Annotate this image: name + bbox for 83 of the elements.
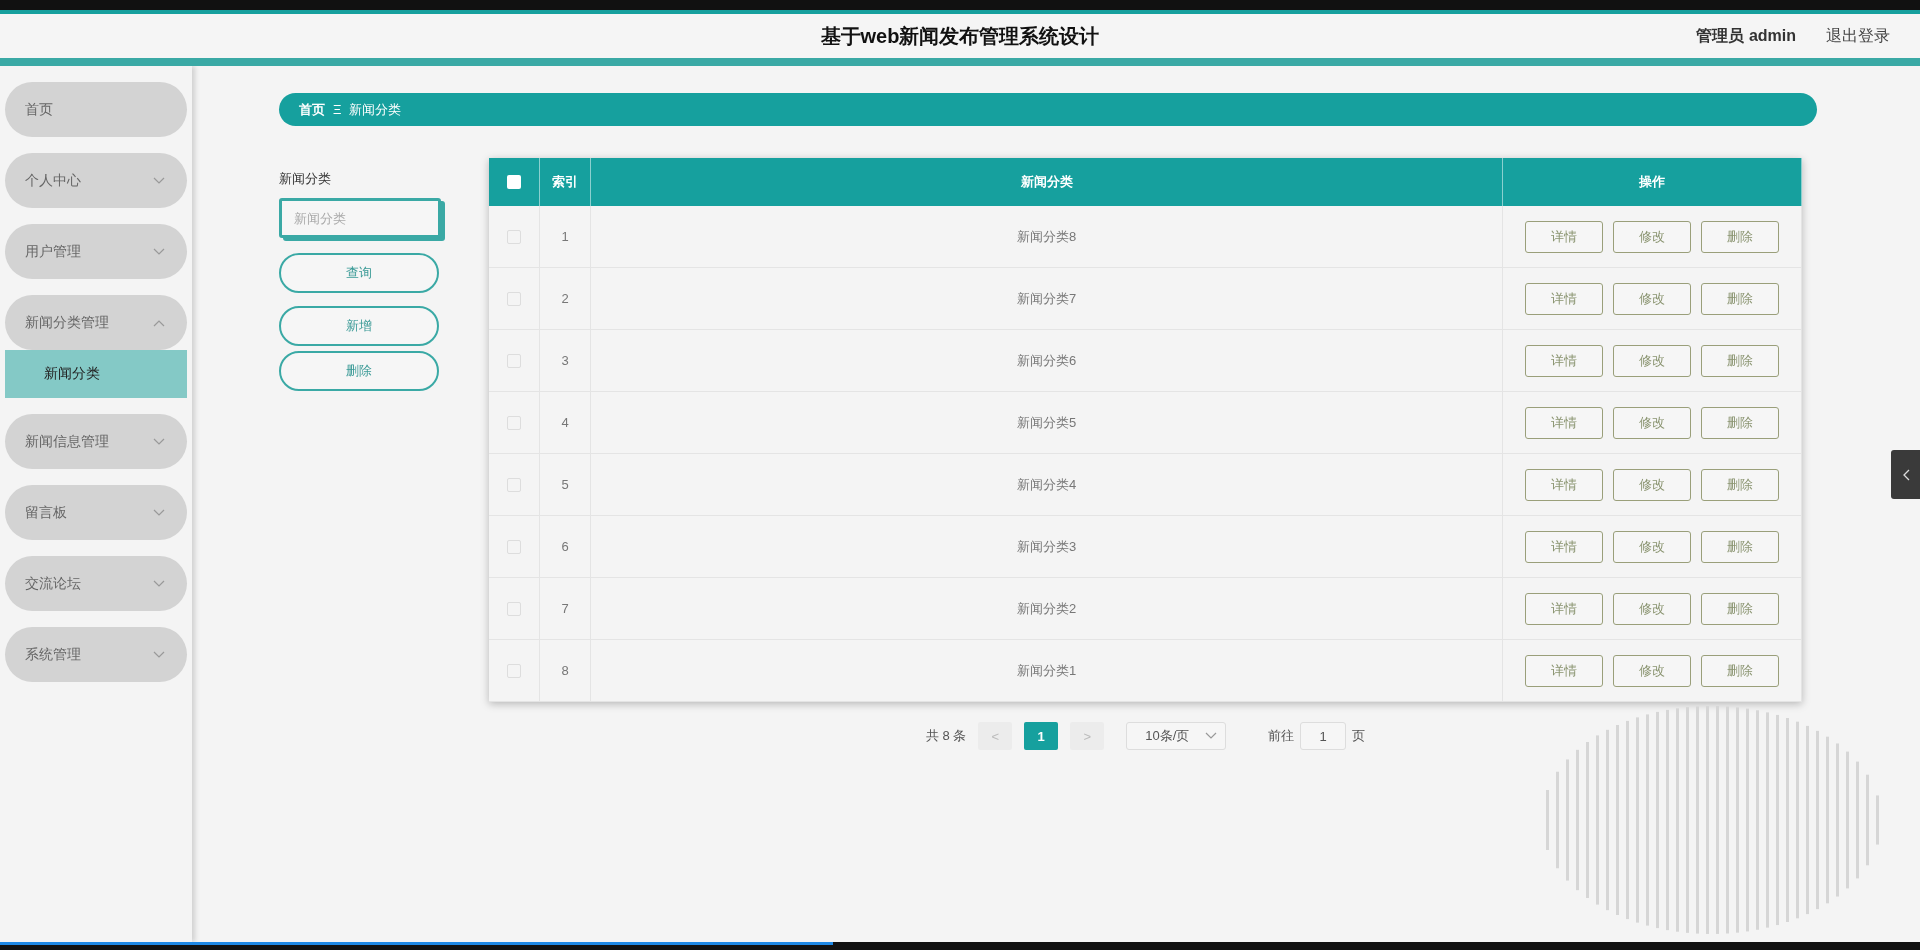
table-cell: 新闻分类1	[1016, 661, 1077, 680]
edit-button[interactable]: 修改	[1613, 654, 1691, 687]
next-page-button[interactable]: >	[1070, 722, 1105, 750]
breadcrumb-separator: Ξ	[333, 102, 342, 117]
goto-label: 前往	[1268, 727, 1295, 745]
sidebar-item[interactable]: 新闻分类管理	[5, 295, 187, 350]
field-label: 新闻分类	[279, 170, 332, 188]
collapse-handle[interactable]	[1891, 450, 1920, 499]
total-count: 共 8 条	[925, 727, 967, 745]
table-cell: 新闻分类4	[1016, 475, 1077, 494]
sidebar-subitem[interactable]: 新闻分类	[5, 350, 187, 398]
details-button[interactable]: 详情	[1525, 468, 1603, 501]
user-label: 管理员 admin	[1696, 25, 1796, 46]
edit-button[interactable]: 修改	[1613, 344, 1691, 377]
goto-suffix: 页	[1352, 727, 1366, 745]
edit-button[interactable]: 修改	[1613, 220, 1691, 253]
details-button[interactable]: 详情	[1525, 592, 1603, 625]
sidebar-item[interactable]: 个人中心	[5, 153, 187, 208]
table-cell: 3	[561, 353, 569, 368]
page-button[interactable]: 1	[1024, 722, 1059, 750]
edit-button[interactable]: 修改	[1613, 406, 1691, 439]
table-cell: 1	[561, 229, 569, 244]
details-button[interactable]: 详情	[1525, 220, 1603, 253]
details-button[interactable]: 详情	[1525, 282, 1603, 315]
goto-page-field[interactable]: 1	[1300, 722, 1347, 750]
edit-button[interactable]: 修改	[1613, 282, 1691, 315]
breadcrumb-link[interactable]: 首页	[299, 100, 325, 119]
chevron-down-icon	[153, 437, 165, 446]
search-button[interactable]: 查询	[279, 253, 439, 293]
delete-button[interactable]: 删除	[1701, 220, 1779, 253]
details-button[interactable]: 详情	[1525, 344, 1603, 377]
details-button[interactable]: 详情	[1525, 654, 1603, 687]
sidebar-item[interactable]: 用户管理	[5, 224, 187, 279]
page-size-select[interactable]: 10条/页	[1126, 722, 1227, 750]
table-cell: 5	[561, 477, 569, 492]
table-cell: 4	[561, 415, 569, 430]
chevron-down-icon	[153, 650, 165, 659]
chevron-down-icon	[153, 176, 165, 185]
edit-button[interactable]: 修改	[1613, 530, 1691, 563]
chevron-down-icon	[153, 508, 165, 517]
checkbox[interactable]	[507, 175, 521, 189]
delete-button[interactable]: 删除	[279, 351, 439, 391]
chevron-down-icon	[153, 247, 165, 256]
edit-button[interactable]: 修改	[1613, 592, 1691, 625]
table-cell: 新闻分类7	[1016, 289, 1077, 308]
delete-button[interactable]: 删除	[1701, 654, 1779, 687]
details-button[interactable]: 详情	[1525, 530, 1603, 563]
video-progress-bar[interactable]	[0, 942, 1920, 950]
table-cell: 2	[561, 291, 569, 306]
sidebar-item[interactable]: 系统管理	[5, 627, 187, 682]
app-title: 基于web新闻发布管理系统设计	[820, 23, 1100, 49]
search-field[interactable]: 新闻分类	[279, 198, 441, 238]
sidebar-item[interactable]: 留言板	[5, 485, 187, 540]
prev-page-button[interactable]: <	[978, 722, 1013, 750]
delete-button[interactable]: 删除	[1701, 282, 1779, 315]
table-cell: 新闻分类5	[1016, 413, 1077, 432]
sidebar-item[interactable]: 新闻信息管理	[5, 414, 187, 469]
breadcrumb-current: 新闻分类	[349, 100, 402, 119]
column-header: 新闻分类	[1020, 173, 1073, 191]
table-cell: 新闻分类2	[1016, 599, 1077, 618]
table-cell: 6	[561, 539, 569, 554]
table-cell: 8	[561, 663, 569, 678]
table-cell: 新闻分类3	[1016, 537, 1077, 556]
column-header: 索引	[552, 173, 578, 191]
details-button[interactable]: 详情	[1525, 406, 1603, 439]
delete-button[interactable]: 删除	[1701, 468, 1779, 501]
table-cell: 7	[561, 601, 569, 616]
edit-button[interactable]: 修改	[1613, 468, 1691, 501]
sidebar-item[interactable]: 交流论坛	[5, 556, 187, 611]
sidebar-item[interactable]: 首页	[5, 82, 187, 137]
delete-button[interactable]: 删除	[1701, 344, 1779, 377]
table-cell: 新闻分类6	[1016, 351, 1077, 370]
delete-button[interactable]: 删除	[1701, 530, 1779, 563]
column-header: 操作	[1639, 173, 1665, 191]
chevron-down-icon	[153, 579, 165, 588]
chevron-left-icon	[1901, 468, 1910, 481]
chevron-up-icon	[153, 318, 165, 327]
logout-link[interactable]: 退出登录	[1826, 25, 1890, 47]
table-cell: 新闻分类8	[1016, 227, 1077, 246]
delete-button[interactable]: 删除	[1701, 406, 1779, 439]
add-button[interactable]: 新增	[279, 306, 439, 346]
chevron-down-icon	[1205, 732, 1218, 740]
delete-button[interactable]: 删除	[1701, 592, 1779, 625]
